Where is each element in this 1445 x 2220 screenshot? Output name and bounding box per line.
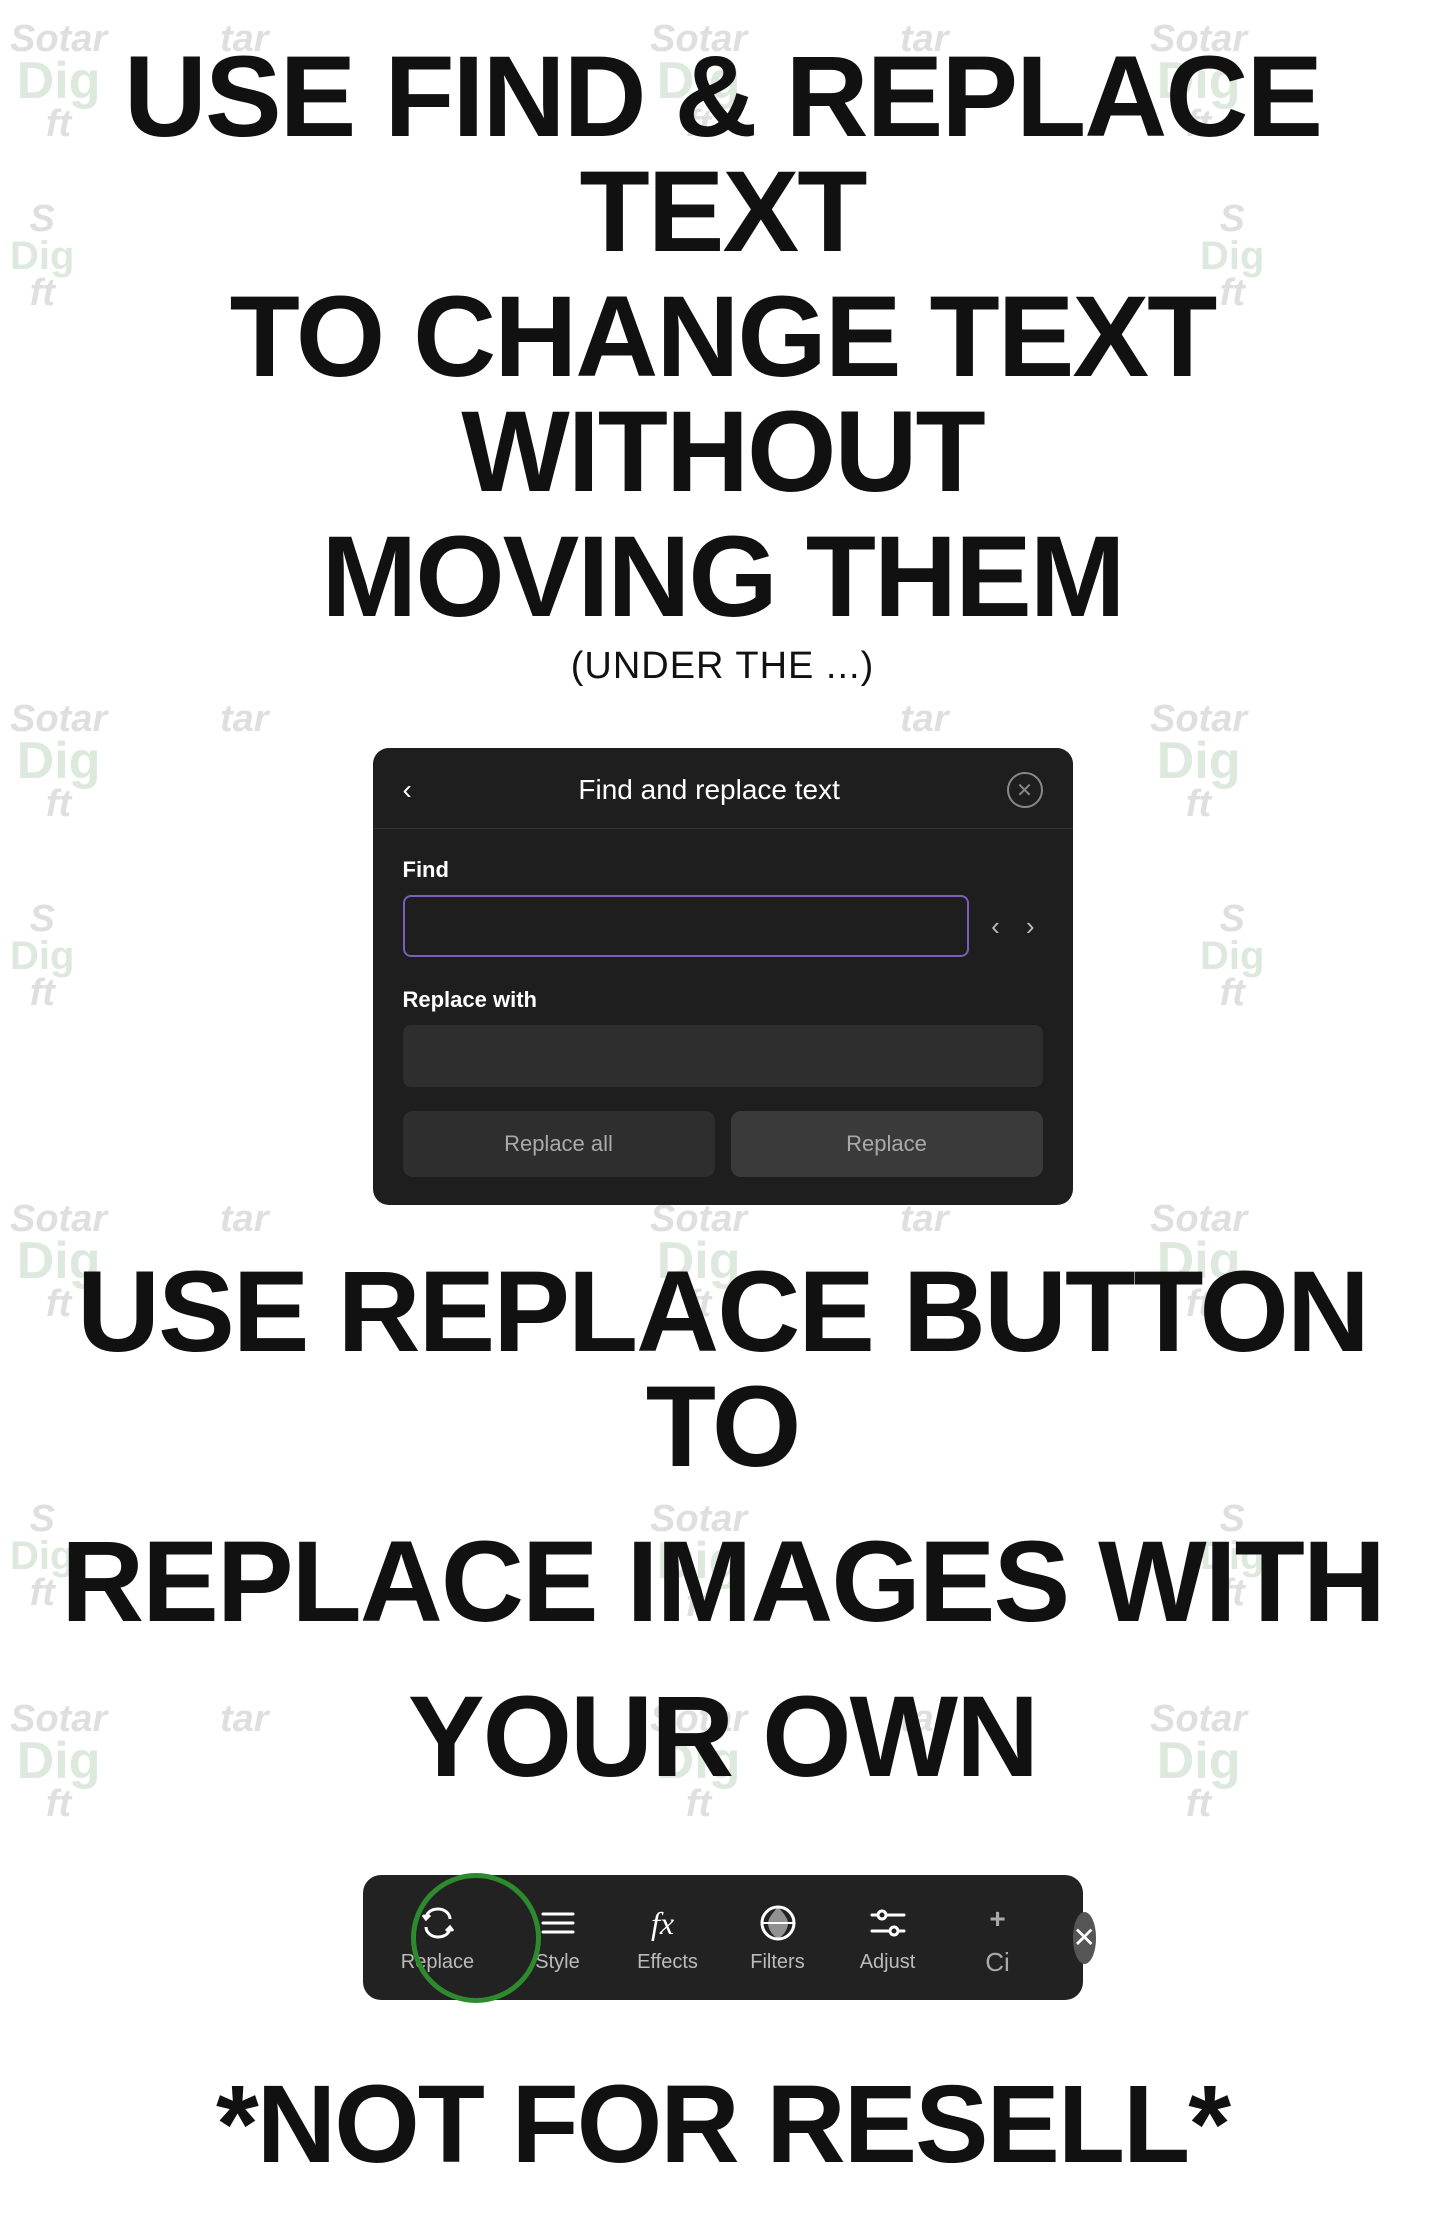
replace-label-text: Replace [401,1951,474,1974]
effects-icon: fx [649,1901,687,1945]
replace-input[interactable] [403,1025,1043,1087]
prev-arrow-button[interactable]: ‹ [983,907,1008,946]
ci-icon: + [989,1897,1005,1941]
ci-label-text: Ci [985,1947,1010,1978]
next-arrow-button[interactable]: › [1018,907,1043,946]
dialog-body: Find ‹ › Replace with Replace all Replac… [373,829,1073,1205]
nav-arrows: ‹ › [983,907,1042,946]
toolbar-item-filters[interactable]: Filters [733,1901,823,1974]
footer-section: *NOT FOR RESELL* [60,2070,1385,2180]
toolbar-item-style[interactable]: Style [513,1901,603,1974]
header-subtitle: (UNDER THE ...) [60,645,1385,688]
header-title: USE FIND & REPLACE TEXT TO CHANGE TEXT W… [60,40,1385,718]
adjust-label-text: Adjust [860,1951,916,1974]
dialog-back-button[interactable]: ‹ [403,774,412,806]
footer-text: *NOT FOR RESELL* [60,2070,1385,2180]
page-content: USE FIND & REPLACE TEXT TO CHANGE TEXT W… [0,0,1445,2220]
middle-line2: REPLACE IMAGES WITH [60,1525,1385,1640]
replace-label: Replace with [403,987,1043,1013]
dialog-header: ‹ Find and replace text ✕ [373,748,1073,829]
dialog-close-button[interactable]: ✕ [1007,772,1043,808]
style-icon [539,1901,577,1945]
dialog-buttons: Replace all Replace [403,1111,1043,1177]
find-label: Find [403,857,1043,883]
replace-button[interactable]: Replace [731,1111,1043,1177]
filters-label-text: Filters [750,1951,804,1974]
svg-text:fx: fx [651,1905,674,1941]
find-input[interactable] [403,895,970,957]
find-replace-dialog: ‹ Find and replace text ✕ Find ‹ › Repla… [373,748,1073,1205]
middle-line3: YOUR OWN [60,1680,1385,1795]
toolbar-item-effects[interactable]: fx Effects [623,1901,713,1974]
effects-label-text: Effects [637,1951,698,1974]
replace-icon [418,1901,458,1945]
toolbar-item-adjust[interactable]: Adjust [843,1901,933,1974]
toolbar-close-button[interactable]: ✕ [1073,1912,1096,1964]
middle-title: USE REPLACE BUTTON TO REPLACE IMAGES WIT… [60,1255,1385,1835]
style-label-text: Style [535,1951,579,1974]
middle-line1: USE REPLACE BUTTON TO [60,1255,1385,1485]
replace-all-button[interactable]: Replace all [403,1111,715,1177]
title-line3: MOVING THEM [60,520,1385,635]
dialog-title: Find and replace text [412,774,1007,806]
adjust-icon [868,1901,908,1945]
toolbar: Replace Style fx Effects [363,1875,1083,2000]
find-input-row: ‹ › [403,895,1043,957]
title-line1: USE FIND & REPLACE TEXT [60,40,1385,270]
toolbar-item-ci[interactable]: + Ci [953,1897,1043,1978]
title-line2: TO CHANGE TEXT WITHOUT [60,280,1385,510]
toolbar-item-replace[interactable]: Replace [393,1901,483,1974]
filters-icon [758,1901,798,1945]
